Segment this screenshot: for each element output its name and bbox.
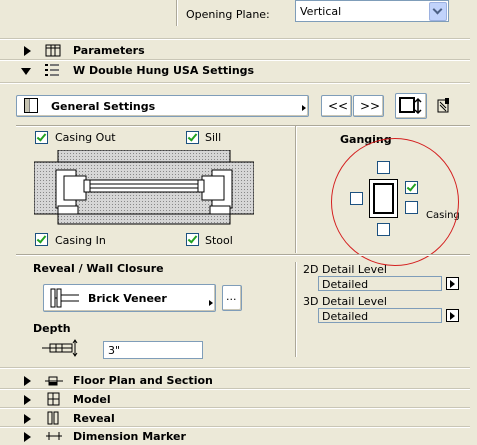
model-icon [47,392,60,406]
collapse-arrow-icon[interactable] [21,68,31,75]
section-settings[interactable]: W Double Hung USA Settings [0,63,470,79]
divider [295,126,297,253]
detail-2d-value: Detailed [322,278,369,291]
preview-icon [399,97,422,115]
general-settings-dropdown[interactable]: General Settings [16,95,309,117]
section-label: Dimension Marker [73,430,186,443]
next-label: >> [360,99,381,113]
detail-3d-value: Detailed [322,310,369,323]
window-section-preview [34,150,254,225]
divider [0,367,470,369]
sill-checkbox[interactable] [186,131,199,144]
chevron-right-icon [302,105,306,111]
expand-arrow-icon[interactable] [24,432,31,442]
parameters-icon [45,44,61,57]
detail-2d-label: 2D Detail Level [303,263,387,276]
divider [16,125,470,127]
paint-icon[interactable] [436,97,452,114]
expand-arrow-icon[interactable] [24,46,31,56]
detail-3d-arrow-icon[interactable] [446,309,459,322]
settings-list-icon [45,64,59,76]
section-dimension-marker[interactable]: Dimension Marker [0,429,470,445]
brick-veneer-icon [50,288,79,308]
detail-2d-field[interactable]: Detailed [318,276,442,291]
reveal-more-button[interactable]: ... [222,285,242,311]
expand-arrow-icon[interactable] [24,414,31,424]
general-settings-label: General Settings [51,100,156,113]
divider [295,262,297,357]
top-divider [176,0,178,26]
divider [0,59,470,61]
divider [16,254,470,256]
chevron-down-icon[interactable] [429,2,447,21]
casing-in-label: Casing In [55,234,106,247]
detail-3d-label: 3D Detail Level [303,295,387,308]
section-reveal[interactable]: Reveal [0,411,470,427]
section-parameters[interactable]: Parameters [0,43,470,59]
page-icon [24,98,38,113]
expand-arrow-icon[interactable] [24,395,31,405]
reveal-icon [47,411,59,425]
casing-in-checkbox[interactable] [35,233,48,246]
section-model[interactable]: Model [0,392,470,408]
depth-title: Depth [33,322,71,335]
divider [0,426,470,428]
annotation-circle [331,138,459,266]
reveal-closure-value: Brick Veneer [88,292,167,305]
opening-plane-value: Vertical [300,5,342,18]
divider [0,82,470,84]
sill-label: Sill [205,131,222,144]
casing-out-checkbox[interactable] [35,131,48,144]
reveal-closure-title: Reveal / Wall Closure [33,262,164,275]
expand-arrow-icon[interactable] [24,376,31,386]
next-page-button[interactable]: >> [353,95,384,117]
chevron-right-icon [209,300,213,306]
section-label: Reveal [73,412,115,425]
reveal-closure-dropdown[interactable]: Brick Veneer [43,284,216,312]
section-label: Floor Plan and Section [73,374,213,387]
previous-label: << [328,99,349,113]
preview-toggle-button[interactable] [395,93,427,119]
depth-input[interactable]: 3" [103,341,203,359]
dimension-marker-icon [46,432,62,440]
depth-icon [42,339,78,357]
opening-plane-select[interactable]: Vertical [295,0,449,22]
depth-value: 3" [108,344,121,357]
more-label: ... [226,290,237,303]
opening-plane-label: Opening Plane: [186,8,270,21]
stool-label: Stool [205,234,233,247]
stool-checkbox[interactable] [186,233,199,246]
detail-2d-arrow-icon[interactable] [446,277,459,290]
divider [0,388,470,390]
casing-out-label: Casing Out [55,131,116,144]
divider [0,407,470,409]
section-floor-plan[interactable]: Floor Plan and Section [0,373,470,389]
section-label: Parameters [73,44,145,57]
divider [0,38,470,40]
previous-page-button[interactable]: << [321,95,352,117]
section-label: Model [73,393,111,406]
detail-3d-field[interactable]: Detailed [318,308,442,323]
floor-plan-icon [45,376,63,386]
section-label: W Double Hung USA Settings [73,64,255,77]
